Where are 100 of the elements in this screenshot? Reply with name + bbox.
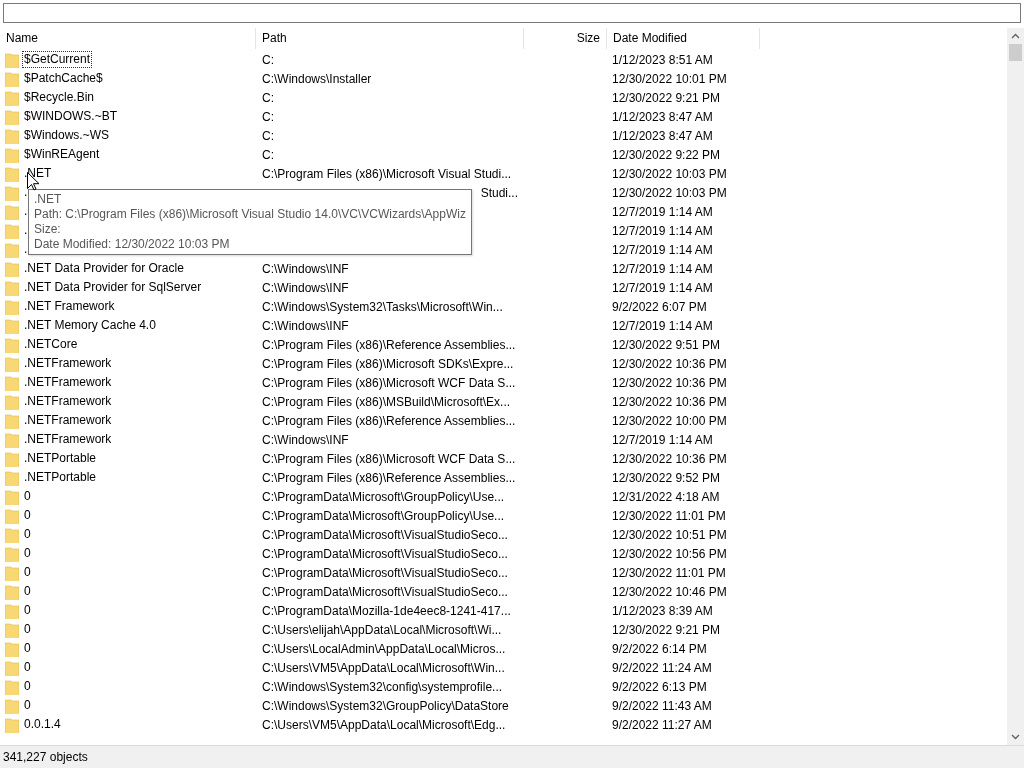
folder-icon bbox=[5, 298, 19, 315]
file-name[interactable]: . bbox=[22, 241, 30, 258]
file-name[interactable]: .NETFramework bbox=[22, 393, 114, 410]
column-header[interactable]: Name bbox=[0, 28, 256, 49]
file-name[interactable]: . bbox=[22, 222, 30, 239]
folder-icon bbox=[5, 507, 19, 524]
folder-icon bbox=[5, 222, 19, 239]
file-path: C:\Users\LocalAdmin\AppData\Local\Micros... bbox=[262, 641, 506, 656]
tooltip-line: .NET bbox=[34, 192, 63, 207]
file-path: C: bbox=[262, 128, 274, 143]
file-path: C:\Windows\System32\Tasks\Microsoft\Win... bbox=[262, 299, 503, 314]
column-header[interactable]: Date Modified bbox=[607, 28, 760, 49]
date-modified: 12/7/2019 1:14 AM bbox=[612, 432, 713, 447]
file-name[interactable]: 0 bbox=[22, 488, 33, 505]
file-name[interactable]: . bbox=[22, 203, 30, 220]
folder-icon bbox=[5, 526, 19, 543]
file-name[interactable]: .NET Data Provider for Oracle bbox=[22, 260, 186, 277]
folder-icon bbox=[5, 336, 19, 353]
file-path: C:\Program Files (x86)\Microsoft Visual Studi... bbox=[262, 166, 512, 181]
tooltip-line: Path: C:\Program Files (x86)\Microsoft Visual Studio 14.0\VC\VCWizards\AppWiz bbox=[34, 207, 466, 222]
file-name[interactable]: 0 bbox=[22, 564, 33, 581]
file-name[interactable]: .NETPortable bbox=[22, 450, 99, 467]
date-modified: 12/31/2022 4:18 AM bbox=[612, 489, 720, 504]
date-modified: 12/30/2022 9:21 PM bbox=[612, 90, 721, 105]
date-modified: 9/2/2022 6:13 PM bbox=[612, 679, 707, 694]
folder-icon bbox=[5, 260, 19, 277]
file-name[interactable]: 0.0.1.4 bbox=[22, 716, 63, 733]
file-name[interactable]: .NET Memory Cache 4.0 bbox=[22, 317, 158, 334]
file-name[interactable]: $PatchCache$ bbox=[22, 70, 105, 87]
folder-icon bbox=[5, 355, 19, 372]
folder-icon bbox=[5, 716, 19, 733]
file-name[interactable]: $WINDOWS.~BT bbox=[22, 108, 119, 125]
file-name[interactable]: 0 bbox=[22, 507, 33, 524]
file-path: C:\Users\VM5\AppData\Local\Microsoft\Edg... bbox=[262, 717, 506, 732]
file-path: C: bbox=[262, 90, 274, 105]
date-modified: 12/30/2022 9:21 PM bbox=[612, 622, 721, 637]
column-header[interactable]: Path bbox=[256, 28, 524, 49]
file-name[interactable]: .NETCore bbox=[22, 336, 80, 353]
date-modified: 12/30/2022 11:01 PM bbox=[612, 565, 726, 580]
file-name[interactable]: 0 bbox=[22, 678, 33, 695]
tooltip-line: Date Modified: 12/30/2022 10:03 PM bbox=[34, 237, 231, 252]
file-name[interactable]: .NETFramework bbox=[22, 355, 114, 372]
file-name[interactable]: 0 bbox=[22, 697, 33, 714]
file-name[interactable]: . bbox=[22, 184, 30, 201]
date-modified: 12/30/2022 10:00 PM bbox=[612, 413, 727, 428]
status-text: 341,227 objects bbox=[3, 749, 88, 766]
file-name[interactable]: .NET Data Provider for SqlServer bbox=[22, 279, 204, 296]
folder-icon bbox=[5, 127, 19, 144]
file-path: C:\Program Files (x86)\Reference Assemblies... bbox=[262, 413, 516, 428]
date-modified: 1/12/2023 8:47 AM bbox=[612, 128, 713, 143]
date-modified: 1/12/2023 8:51 AM bbox=[612, 52, 713, 67]
file-name[interactable]: 0 bbox=[22, 659, 33, 676]
folder-icon bbox=[5, 108, 19, 125]
file-path: C:\Users\VM5\AppData\Local\Microsoft\Win... bbox=[262, 660, 505, 675]
file-path: C: bbox=[262, 147, 274, 162]
file-path: C:\ProgramData\Microsoft\VisualStudioSeco... bbox=[262, 527, 508, 542]
file-path: C:\Windows\INF bbox=[262, 318, 349, 333]
file-path: C:\ProgramData\Mozilla-1de4eec8-1241-417... bbox=[262, 603, 511, 618]
file-path: C:\Windows\System32\config\systemprofile... bbox=[262, 679, 503, 694]
file-name[interactable]: 0 bbox=[22, 640, 33, 657]
date-modified: 12/7/2019 1:14 AM bbox=[612, 318, 713, 333]
file-path: C:\ProgramData\Microsoft\VisualStudioSeco... bbox=[262, 546, 508, 561]
file-path: C:\Windows\INF bbox=[262, 432, 349, 447]
folder-icon bbox=[5, 412, 19, 429]
file-name[interactable]: $WinREAgent bbox=[22, 146, 102, 163]
file-name[interactable]: 0 bbox=[22, 583, 33, 600]
file-path: C:\Program Files (x86)\Microsoft WCF Data S... bbox=[262, 451, 516, 466]
file-name[interactable]: 0 bbox=[22, 621, 33, 638]
folder-icon bbox=[5, 450, 19, 467]
file-name[interactable]: 0 bbox=[22, 545, 33, 562]
file-name[interactable]: 0 bbox=[22, 526, 33, 543]
file-name[interactable]: .NETFramework bbox=[22, 431, 114, 448]
file-name[interactable]: $GetCurrent bbox=[22, 51, 93, 68]
file-name[interactable]: .NETPortable bbox=[22, 469, 99, 486]
date-modified: 9/2/2022 11:27 AM bbox=[612, 717, 712, 732]
folder-icon bbox=[5, 203, 19, 220]
folder-icon bbox=[5, 659, 19, 676]
date-modified: 12/30/2022 11:01 PM bbox=[612, 508, 726, 523]
folder-icon bbox=[5, 488, 19, 505]
file-path: C:\ProgramData\Microsoft\GroupPolicy\Use... bbox=[262, 508, 505, 523]
file-name[interactable]: 0 bbox=[22, 602, 33, 619]
file-path: C:\Windows\INF bbox=[262, 261, 349, 276]
file-name[interactable]: .NETFramework bbox=[22, 374, 114, 391]
search-field[interactable] bbox=[3, 3, 1021, 23]
date-modified: 12/30/2022 10:46 PM bbox=[612, 584, 727, 599]
file-name[interactable]: $Recycle.Bin bbox=[22, 89, 97, 106]
file-path: C: bbox=[262, 52, 274, 67]
folder-icon bbox=[5, 621, 19, 638]
column-header[interactable]: Size bbox=[524, 28, 607, 49]
file-name[interactable]: $Windows.~WS bbox=[22, 127, 112, 144]
scroll-thumb[interactable] bbox=[1009, 44, 1022, 61]
folder-icon bbox=[5, 640, 19, 657]
date-modified: 12/30/2022 10:03 PM bbox=[612, 166, 727, 181]
date-modified: 12/30/2022 10:56 PM bbox=[612, 546, 727, 561]
file-path: C:\Program Files (x86)\MSBuild\Microsoft\Ex... bbox=[262, 394, 511, 409]
file-name[interactable]: .NET Framework bbox=[22, 298, 117, 315]
date-modified: 9/2/2022 6:07 PM bbox=[612, 299, 707, 314]
file-path: C:\Windows\System32\GroupPolicy\DataStore bbox=[262, 698, 509, 713]
scrollbar[interactable] bbox=[1007, 28, 1024, 745]
file-name[interactable]: .NETFramework bbox=[22, 412, 114, 429]
